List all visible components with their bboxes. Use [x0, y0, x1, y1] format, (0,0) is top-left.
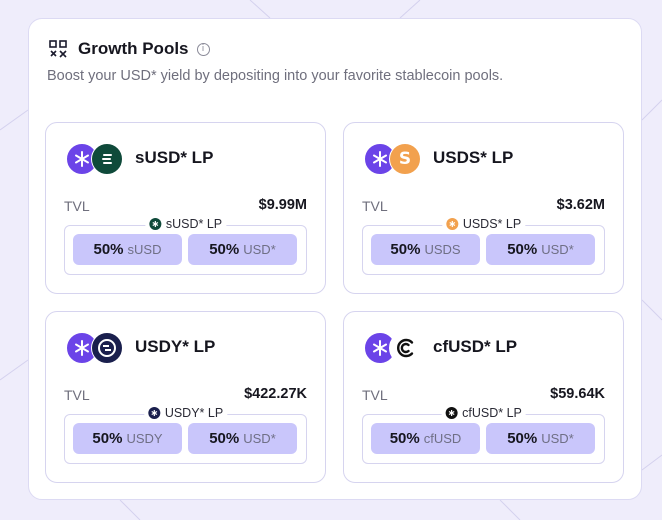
pool-token-icons [364, 332, 422, 364]
pool-token-icons [66, 143, 124, 175]
pool-title: USDY* LP [135, 337, 216, 356]
usds-icon: S [389, 143, 421, 175]
pool-title: cfUSD* LP [433, 337, 518, 356]
pool-composition: USDY* LP 50% USDY 50% USD* [64, 406, 307, 464]
pool-card-usdy[interactable]: USDY* LP TVL $422.27K USDY* LP 50% USDY 5… [45, 311, 326, 483]
tvl-label: TVL [64, 387, 90, 403]
share-percent: 50% [93, 241, 124, 258]
tvl-value: $3.62M [556, 197, 605, 213]
share-token: USD* [541, 431, 574, 446]
share-token: USD* [541, 242, 574, 257]
token-share-left: 50% sUSD [73, 234, 182, 265]
token-share-right: 50% USD* [486, 234, 595, 265]
pool-composition-text: USDS* LP [462, 217, 522, 231]
pool-composition-text: sUSD* LP [165, 217, 223, 231]
share-percent: 50% [389, 430, 420, 447]
token-share-right: 50% USD* [188, 234, 297, 265]
usdy-mini-icon [147, 407, 160, 419]
token-share-left: 50% cfUSD [371, 423, 480, 454]
growth-pools-icon [49, 40, 67, 58]
share-percent: 50% [390, 241, 421, 258]
share-token: sUSD [127, 242, 162, 257]
share-percent: 50% [92, 430, 123, 447]
tvl-label: TVL [362, 387, 388, 403]
pool-composition-label: USDY* LP [143, 406, 228, 420]
pool-composition-label: sUSD* LP [144, 217, 227, 231]
pool-title: sUSD* LP [135, 148, 214, 167]
tvl-label: TVL [362, 198, 388, 214]
susd-mini-icon [148, 218, 161, 230]
pool-card-susd[interactable]: sUSD* LP TVL $9.99M sUSD* LP 50% sUSD 50%… [45, 122, 326, 294]
tvl-value: $9.99M [258, 197, 307, 213]
share-percent: 50% [209, 430, 240, 447]
pool-card-cfusd[interactable]: cfUSD* LP TVL $59.64K cfUSD* LP 50% cfUSD… [343, 311, 624, 483]
panel-header: Growth Pools i [48, 39, 210, 59]
page-title: Growth Pools [78, 39, 189, 58]
tvl-label: TVL [64, 198, 90, 214]
pool-composition: cfUSD* LP 50% cfUSD 50% USD* [362, 406, 605, 464]
tvl-value: $59.64K [550, 386, 605, 402]
token-share-left: 50% USDS [371, 234, 480, 265]
pool-token-icons [66, 332, 124, 364]
share-token: USDY [126, 431, 163, 446]
susd-icon [91, 143, 123, 175]
pool-composition-text: cfUSD* LP [462, 406, 522, 420]
tvl-value: $422.27K [244, 386, 307, 402]
share-percent: 50% [209, 241, 240, 258]
panel-subtitle: Boost your USD* yield by depositing into… [47, 68, 504, 84]
cfusd-mini-icon [445, 407, 458, 419]
token-share-right: 50% USD* [188, 423, 297, 454]
cfusd-icon [389, 332, 421, 364]
token-share-left: 50% USDY [73, 423, 182, 454]
pool-composition-label: cfUSD* LP [441, 406, 526, 420]
share-token: USD* [243, 242, 276, 257]
info-icon[interactable]: i [196, 42, 210, 56]
share-token: cfUSD [423, 431, 462, 446]
pool-composition: sUSD* LP 50% sUSD 50% USD* [64, 217, 307, 275]
share-token: USDS [424, 242, 461, 257]
share-percent: 50% [507, 241, 538, 258]
pool-composition-text: USDY* LP [164, 406, 224, 420]
share-token: USD* [243, 431, 276, 446]
pool-token-icons: S [364, 143, 422, 175]
pool-composition: USDS* LP 50% USDS 50% USD* [362, 217, 605, 275]
pool-composition-label: USDS* LP [441, 217, 526, 231]
usdy-icon [91, 332, 123, 364]
token-share-right: 50% USD* [486, 423, 595, 454]
pool-title: USDS* LP [433, 148, 514, 167]
pool-card-usds[interactable]: S USDS* LP TVL $3.62M USDS* LP 50% USDS 5… [343, 122, 624, 294]
share-percent: 50% [507, 430, 538, 447]
usds-mini-icon [445, 218, 458, 230]
